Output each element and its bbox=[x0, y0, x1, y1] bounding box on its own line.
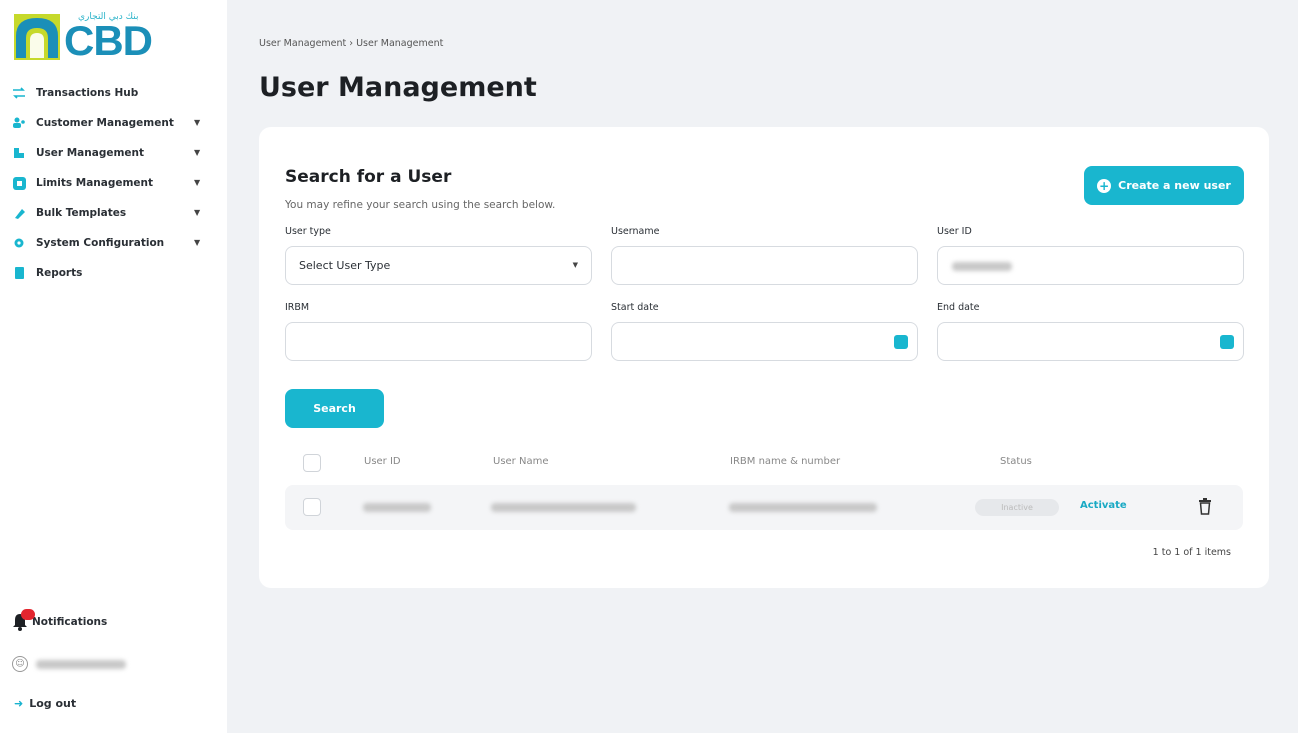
sidebar-item-label: Limits Management bbox=[36, 177, 154, 189]
avatar: ☺ bbox=[12, 656, 28, 672]
bell-icon bbox=[12, 609, 35, 632]
rm-input[interactable] bbox=[285, 322, 592, 361]
sidebar-item-label: Transactions Hub bbox=[36, 87, 139, 99]
sidebar-item-transactions-hub[interactable]: Transactions Hub bbox=[0, 78, 227, 108]
chevron-down-icon: ▼ bbox=[194, 178, 201, 187]
user-id-label: User ID bbox=[937, 226, 972, 237]
sidebar-nav: Transactions Hub Customer Management ▼ U… bbox=[0, 78, 227, 288]
transactions-icon bbox=[12, 86, 26, 100]
user-type-label: User type bbox=[285, 226, 331, 237]
column-header-rm[interactable]: IRBM name & number bbox=[730, 456, 840, 467]
sidebar-item-label: Reports bbox=[36, 267, 83, 279]
sidebar-item-system-configuration[interactable]: System Configuration ▼ bbox=[0, 228, 227, 258]
sidebar-item-label: Bulk Templates bbox=[36, 207, 127, 219]
notifications-label: Notifications bbox=[32, 616, 108, 628]
cbd-logo[interactable]: بنك دبي التجاري CBD bbox=[12, 12, 162, 62]
page-title: User Management bbox=[259, 72, 537, 103]
start-date-label: Start date bbox=[611, 302, 659, 313]
chevron-down-icon: ▼ bbox=[194, 208, 201, 217]
start-date-input[interactable] bbox=[611, 322, 918, 361]
end-date-input[interactable] bbox=[937, 322, 1244, 361]
search-card: Search for a User You may refine your se… bbox=[259, 127, 1269, 588]
logout-icon: ➜ bbox=[14, 697, 24, 710]
row-rm-redacted bbox=[729, 503, 877, 512]
current-user[interactable]: ☺ bbox=[12, 656, 126, 672]
column-header-user-name[interactable]: User Name bbox=[493, 456, 548, 467]
username-input[interactable] bbox=[611, 246, 918, 285]
reports-icon bbox=[12, 266, 26, 280]
customers-icon bbox=[12, 116, 26, 130]
cbd-logo-mark-icon bbox=[14, 14, 60, 60]
notification-count-badge bbox=[21, 609, 35, 620]
sidebar-item-bulk-templates[interactable]: Bulk Templates ▼ bbox=[0, 198, 227, 228]
logo-text: CBD bbox=[64, 17, 153, 64]
chevron-down-icon: ▼ bbox=[194, 118, 201, 127]
username-label: Username bbox=[611, 226, 660, 237]
calendar-icon[interactable] bbox=[894, 335, 908, 349]
user-name-redacted bbox=[36, 659, 126, 669]
sidebar: بنك دبي التجاري CBD Transactions Hub Cus… bbox=[0, 0, 227, 733]
user-id-input[interactable] bbox=[937, 246, 1244, 285]
search-card-subtitle: You may refine your search using the sea… bbox=[285, 199, 556, 211]
end-date-label: End date bbox=[937, 302, 980, 313]
activate-link[interactable]: Activate bbox=[1080, 500, 1127, 511]
user-type-select[interactable]: Select User Type ▼ bbox=[285, 246, 592, 285]
sidebar-item-customer-management[interactable]: Customer Management ▼ bbox=[0, 108, 227, 138]
chevron-down-icon: ▼ bbox=[194, 238, 201, 247]
row-checkbox[interactable] bbox=[303, 498, 321, 516]
chevron-down-icon: ▼ bbox=[194, 148, 201, 157]
calendar-icon[interactable] bbox=[1220, 335, 1234, 349]
table-row: Inactive Activate bbox=[285, 485, 1243, 530]
breadcrumb[interactable]: User Management › User Management bbox=[259, 38, 443, 49]
column-header-status[interactable]: Status bbox=[1000, 456, 1032, 467]
sidebar-item-reports[interactable]: Reports bbox=[0, 258, 227, 288]
pagination-summary: 1 to 1 of 1 items bbox=[1152, 547, 1231, 558]
templates-icon bbox=[12, 206, 26, 220]
limits-icon bbox=[12, 176, 26, 190]
create-user-button[interactable]: + Create a new user bbox=[1084, 166, 1244, 205]
notifications-button[interactable]: Notifications bbox=[12, 609, 108, 632]
sidebar-item-user-management[interactable]: User Management ▼ bbox=[0, 138, 227, 168]
sidebar-item-label: User Management bbox=[36, 147, 145, 159]
search-card-title: Search for a User bbox=[285, 167, 452, 187]
user-id-value-redacted bbox=[952, 262, 1012, 271]
delete-icon[interactable] bbox=[1198, 498, 1212, 516]
logout-button[interactable]: ➜ Log out bbox=[14, 697, 76, 710]
plus-circle-icon: + bbox=[1097, 178, 1112, 193]
row-user-name-redacted bbox=[491, 503, 636, 512]
sidebar-item-label: System Configuration bbox=[36, 237, 165, 249]
rm-label: IRBM bbox=[285, 302, 310, 313]
user-icon bbox=[12, 146, 26, 160]
settings-icon bbox=[12, 236, 26, 250]
search-button[interactable]: Search bbox=[285, 389, 384, 428]
column-header-user-id[interactable]: User ID bbox=[364, 456, 401, 467]
sidebar-item-limits-management[interactable]: Limits Management ▼ bbox=[0, 168, 227, 198]
user-type-selected-value: Select User Type bbox=[299, 259, 391, 272]
select-all-checkbox[interactable] bbox=[303, 454, 321, 472]
create-user-label: Create a new user bbox=[1118, 179, 1231, 192]
status-badge: Inactive bbox=[975, 499, 1059, 516]
logout-label: Log out bbox=[29, 697, 77, 710]
sidebar-item-label: Customer Management bbox=[36, 117, 174, 129]
caret-down-icon: ▼ bbox=[572, 261, 578, 269]
row-user-id-redacted bbox=[363, 503, 431, 512]
